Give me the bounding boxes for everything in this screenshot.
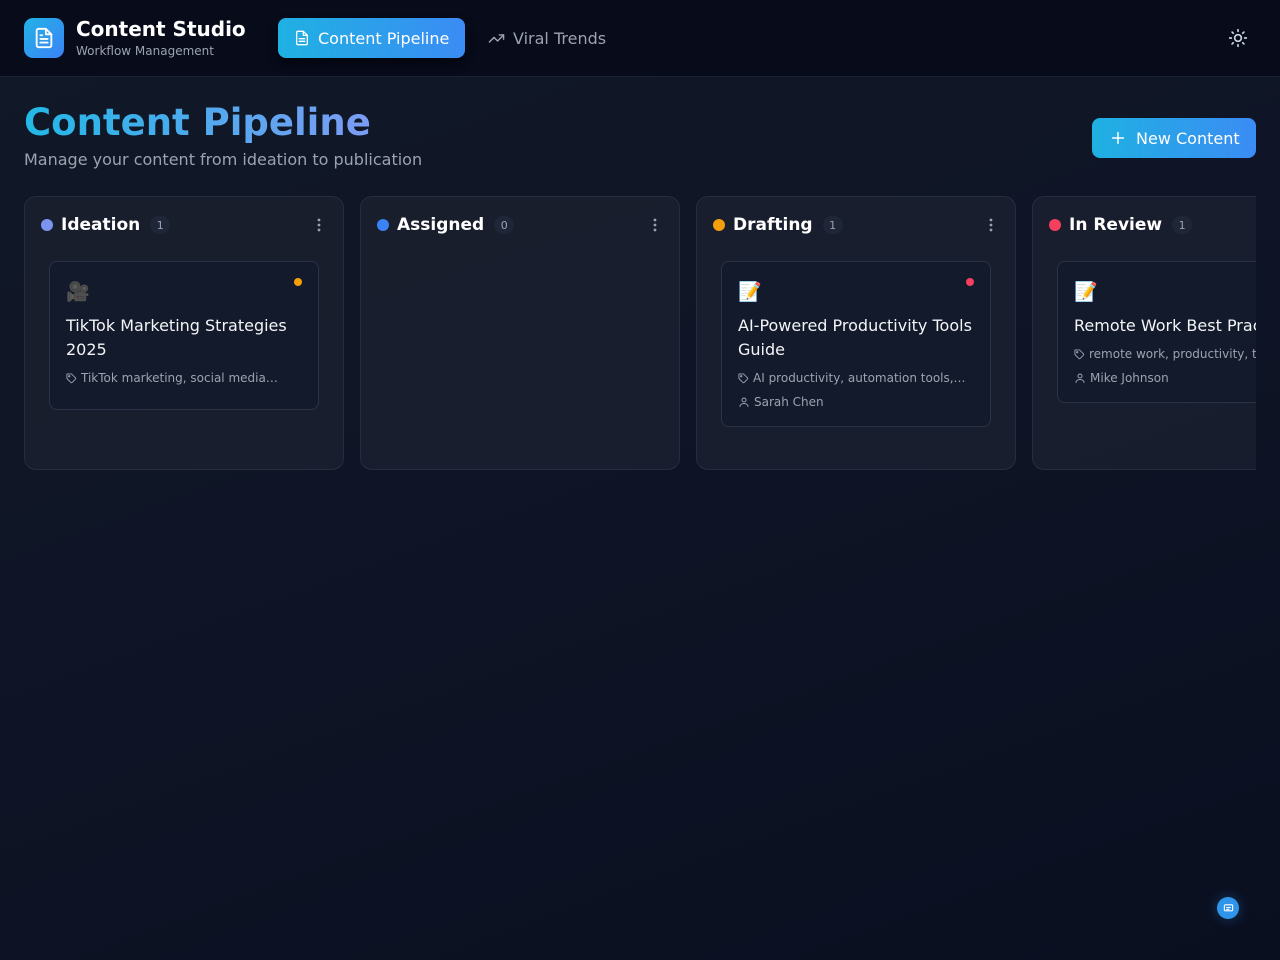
card-title: Remote Work Best Practices bbox=[1074, 316, 1256, 335]
status-dot bbox=[377, 219, 389, 231]
card-tags: remote work, productivity, team bbox=[1074, 346, 1256, 362]
content-card[interactable]: 📝 Remote Work Best Practices remote work… bbox=[1057, 261, 1256, 403]
page-subtitle: Manage your content from ideation to pub… bbox=[24, 150, 423, 169]
card-title: TikTok Marketing Strategies 2025 bbox=[66, 316, 287, 359]
app-logo[interactable] bbox=[24, 18, 64, 58]
card-tags: TikTok marketing, social media… bbox=[66, 370, 306, 386]
status-dot bbox=[41, 219, 53, 231]
tab-viral-trends[interactable]: Viral Trends bbox=[488, 18, 606, 58]
tab-content-pipeline[interactable]: Content Pipeline bbox=[278, 18, 465, 58]
card-assignee-name: Mike Johnson bbox=[1090, 371, 1169, 385]
chat-icon bbox=[1223, 903, 1233, 911]
column-assigned: Assigned 0 bbox=[360, 196, 680, 470]
memo-icon: 📝 bbox=[738, 281, 762, 303]
video-camera-icon: 🎥 bbox=[66, 281, 90, 303]
kanban-board: Ideation 1 🎥 TikTok Marketing Strategies… bbox=[24, 196, 1256, 470]
user-icon bbox=[1075, 373, 1085, 383]
tab-label: Content Pipeline bbox=[318, 28, 450, 48]
card-tags-text: remote work, productivity, team bbox=[1089, 347, 1256, 361]
column-count-badge: 1 bbox=[822, 216, 843, 234]
column-menu-button[interactable] bbox=[647, 216, 663, 234]
status-dot bbox=[1049, 219, 1061, 231]
plus-icon bbox=[1111, 131, 1125, 145]
new-content-label: New Content bbox=[1136, 128, 1240, 148]
page-title: Content Pipeline bbox=[24, 101, 371, 144]
trending-up-icon bbox=[488, 33, 505, 43]
more-vertical-icon bbox=[989, 218, 993, 232]
tab-label: Viral Trends bbox=[513, 28, 607, 48]
column-menu-button[interactable] bbox=[983, 216, 999, 234]
sun-icon bbox=[1228, 28, 1248, 48]
document-icon bbox=[296, 30, 308, 46]
app-title: Content Studio bbox=[76, 17, 246, 41]
card-tags-text: TikTok marketing, social media… bbox=[81, 371, 278, 385]
column-title: Drafting bbox=[733, 215, 813, 235]
chat-button[interactable] bbox=[1217, 897, 1239, 919]
card-tags-text: AI productivity, automation tools,… bbox=[753, 371, 966, 385]
user-icon bbox=[739, 397, 749, 407]
new-content-button[interactable]: New Content bbox=[1092, 118, 1256, 158]
column-header: Drafting 1 bbox=[713, 214, 843, 236]
tag-icon bbox=[738, 372, 749, 383]
card-assignee: Mike Johnson bbox=[1074, 370, 1256, 386]
memo-icon: 📝 bbox=[1074, 281, 1098, 303]
card-title: AI-Powered Productivity Tools Guide bbox=[738, 316, 972, 359]
content-card[interactable]: 📝 AI-Powered Productivity Tools Guide AI… bbox=[721, 261, 991, 427]
column-count-badge: 1 bbox=[1172, 216, 1193, 234]
theme-toggle-button[interactable] bbox=[1226, 26, 1250, 50]
card-tags: AI productivity, automation tools,… bbox=[738, 370, 978, 386]
column-title: In Review bbox=[1069, 215, 1163, 235]
column-header: Assigned 0 bbox=[377, 214, 515, 236]
column-count-badge: 1 bbox=[150, 216, 171, 234]
tag-icon bbox=[66, 372, 77, 383]
column-title: Ideation bbox=[61, 215, 141, 235]
priority-indicator bbox=[294, 278, 302, 286]
column-header: In Review 1 bbox=[1049, 214, 1193, 236]
status-dot bbox=[713, 219, 725, 231]
column-ideation: Ideation 1 🎥 TikTok Marketing Strategies… bbox=[24, 196, 344, 470]
column-count-badge: 0 bbox=[494, 216, 515, 234]
card-assignee: Sarah Chen bbox=[738, 394, 978, 410]
column-header: Ideation 1 bbox=[41, 214, 171, 236]
app-subtitle: Workflow Management bbox=[76, 44, 214, 58]
column-title: Assigned bbox=[397, 215, 485, 235]
top-bar: Content Studio Workflow Management Conte… bbox=[0, 0, 1280, 77]
column-menu-button[interactable] bbox=[311, 216, 327, 234]
column-drafting: Drafting 1 📝 AI-Powered Productivity Too… bbox=[696, 196, 1016, 470]
more-vertical-icon bbox=[317, 218, 321, 232]
column-in-review: In Review 1 📝 Remote Work Best Practices… bbox=[1032, 196, 1256, 470]
priority-indicator bbox=[966, 278, 974, 286]
content-card[interactable]: 🎥 TikTok Marketing Strategies 2025 TikTo… bbox=[49, 261, 319, 410]
document-icon bbox=[35, 27, 53, 49]
card-assignee-name: Sarah Chen bbox=[754, 395, 824, 409]
tag-icon bbox=[1074, 348, 1085, 359]
more-vertical-icon bbox=[653, 218, 657, 232]
